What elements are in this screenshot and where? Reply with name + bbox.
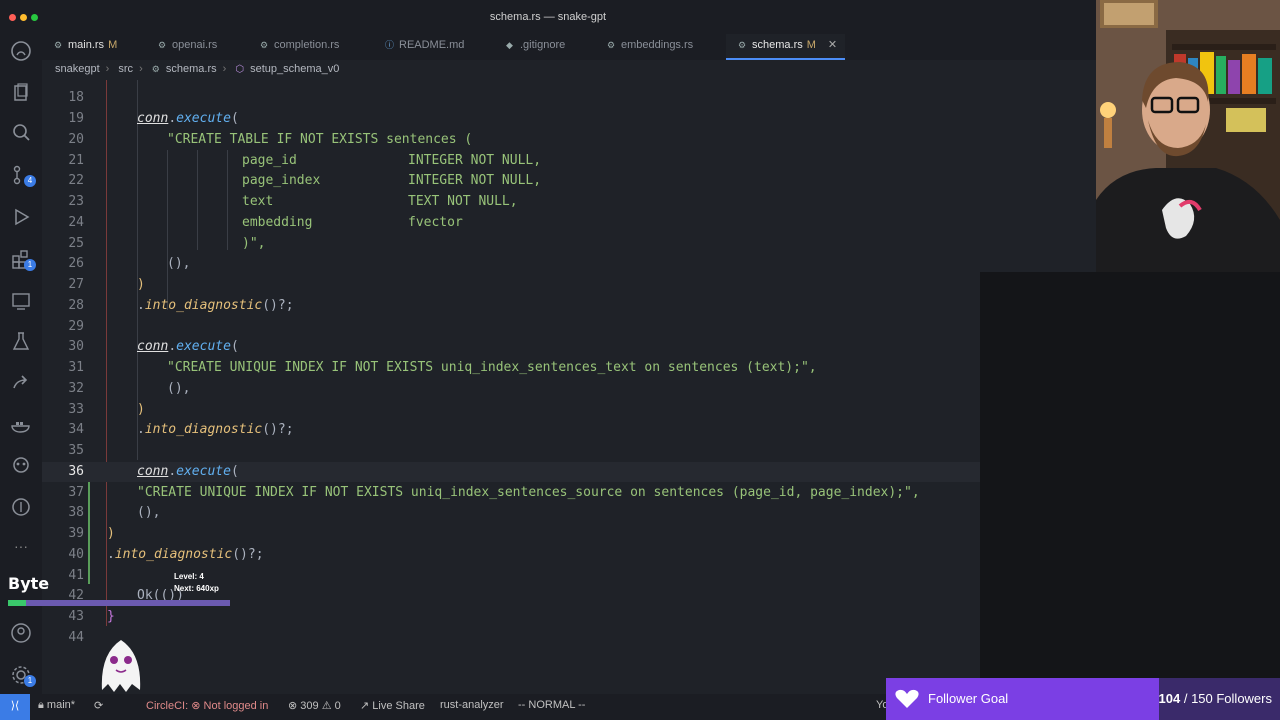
pet-level: Level: 4	[174, 572, 204, 581]
source-control-badge: 4	[24, 175, 36, 187]
circleci-status[interactable]: CircleCI: ⊗ Not logged in	[146, 699, 268, 712]
window-title: schema.rs — snake-gpt	[489, 11, 607, 23]
stream-overlay-panel	[980, 272, 1280, 678]
explorer-icon[interactable]	[10, 82, 32, 104]
follower-goal-count: 104 / 150 Followers	[1158, 691, 1272, 706]
code-line: 27)	[68, 277, 145, 292]
extensions-icon[interactable]: 1	[10, 248, 36, 271]
more-icon[interactable]: ···	[10, 538, 32, 560]
code-line: 22 page_index INTEGER NOT NULL,	[68, 173, 542, 188]
code-line: 40 .into_diagnostic()?;	[68, 547, 264, 562]
code-line: 38 (),	[68, 505, 161, 520]
code-line: 23 text TEXT NOT NULL,	[68, 194, 518, 209]
editor-tabs: ⚙ main.rs M ⚙ openai.rs ⚙ completion.rs ⓘ REA…	[42, 34, 1096, 60]
testing-icon[interactable]	[10, 330, 32, 352]
tab-openai-rs[interactable]: ⚙ openai.rs	[146, 34, 250, 60]
tab-schema-rs[interactable]: ⚙ schema.rs M ✕	[726, 34, 845, 60]
rust-analyzer-status[interactable]: rust-analyzer	[440, 699, 504, 711]
breadcrumb-item[interactable]: src	[118, 63, 133, 75]
tab-completion-rs[interactable]: ⚙ completion.rs	[248, 34, 372, 60]
remote-explorer-icon[interactable]	[10, 290, 32, 312]
settings-badge: 1	[24, 675, 36, 687]
rust-file-icon: ⚙	[54, 40, 63, 50]
chevron-right-icon: ›	[222, 63, 227, 75]
code-line: 39)	[68, 526, 115, 541]
code-line: 25)",	[68, 236, 266, 251]
code-line: 32 (),	[68, 381, 191, 396]
pet-next-xp: Next: 640xp	[174, 584, 219, 593]
warning-icon: ⚠	[321, 700, 332, 712]
code-line: 35	[68, 443, 84, 458]
tab-gitignore[interactable]: ◆ .gitignore	[494, 34, 598, 60]
breadcrumb-item[interactable]: schema.rs	[166, 63, 217, 75]
search-icon[interactable]	[10, 122, 32, 144]
tab-main-rs[interactable]: ⚙ main.rs M	[42, 34, 144, 60]
code-line: 44	[68, 630, 84, 645]
error-icon: ⊗	[191, 700, 201, 712]
code-line: 31 "CREATE UNIQUE INDEX IF NOT EXISTS uni…	[68, 360, 817, 375]
live-share-icon[interactable]	[10, 372, 32, 394]
xp-progress-bar	[8, 600, 230, 606]
follower-goal-widget: Follower Goal 104 / 150 Followers	[886, 678, 1280, 720]
xp-progress-fill	[8, 600, 26, 606]
follower-goal-label: Follower Goal	[928, 691, 1009, 706]
code-line: 29	[68, 319, 84, 334]
webcam-feed	[1096, 0, 1280, 272]
code-line: 30 conn.execute(	[68, 339, 239, 354]
current-code-line: 36 conn.execute(	[42, 462, 1096, 482]
settings-gear-icon[interactable]: 1	[10, 664, 36, 687]
code-line: 43}	[68, 609, 115, 624]
rust-file-icon: ⚙	[738, 40, 747, 50]
vim-mode: -- NORMAL --	[518, 699, 586, 711]
streamer-webcam-image	[1096, 0, 1280, 272]
tab-readme-md[interactable]: ⓘ README.md	[373, 34, 493, 60]
error-icon: ⊗	[288, 700, 298, 712]
function-icon: ⬡	[235, 64, 245, 75]
extensions-badge: 1	[24, 259, 36, 271]
info-icon: ⓘ	[385, 40, 395, 50]
chevron-right-icon: ›	[105, 63, 110, 75]
code-line: 21 page_id INTEGER NOT NULL,	[68, 153, 542, 168]
code-line: 33)	[68, 402, 145, 417]
rust-file-icon: ⚙	[260, 40, 269, 50]
live-share-icon: ↗	[360, 700, 370, 712]
editor-window: 4 1 ··· 1 ⚙ main.rs M ⚙ openai.rs ⚙ comp…	[0, 0, 1096, 720]
github-icon[interactable]	[10, 40, 32, 62]
rust-file-icon: ⚙	[151, 64, 160, 74]
breadcrumb-item[interactable]: setup_schema_v0	[250, 63, 339, 75]
code-line: 20 "CREATE TABLE IF NOT EXISTS sentences …	[68, 132, 473, 147]
chevron-right-icon: ›	[139, 63, 143, 75]
close-tab-icon[interactable]: ✕	[828, 39, 837, 51]
code-line: 37 "CREATE UNIQUE INDEX IF NOT EXISTS uni…	[68, 485, 920, 500]
ghost-pet-icon	[101, 640, 141, 692]
rust-file-icon: ⚙	[607, 40, 616, 50]
breadcrumb-item[interactable]: snakegpt	[55, 63, 100, 75]
code-line: 24 embedding fvector	[68, 215, 463, 230]
docker-icon[interactable]	[10, 414, 32, 436]
rust-file-icon: ⚙	[158, 40, 167, 50]
breadcrumb: snakegpt › src › ⚙ schema.rs › ⬡ setup_schema…	[55, 63, 345, 75]
gitlens-icon[interactable]	[10, 496, 32, 518]
code-line: 28 .into_diagnostic()?;	[68, 298, 294, 313]
code-line: 18	[68, 90, 84, 105]
follower-goal-progress-fill	[886, 678, 1160, 720]
copilot-icon[interactable]	[10, 454, 32, 476]
hearts-icon	[895, 689, 919, 708]
sync-icon[interactable]: ⟳	[94, 699, 103, 712]
code-line: 34 .into_diagnostic()?;	[68, 422, 294, 437]
git-file-icon: ◆	[506, 40, 513, 50]
live-share-status[interactable]: ↗ Live Share	[360, 699, 425, 712]
branch-indicator[interactable]: 🔒︎ main*	[38, 699, 75, 712]
source-control-icon[interactable]: 4	[10, 164, 36, 187]
tab-embeddings-rs[interactable]: ⚙ embeddings.rs	[595, 34, 725, 60]
problems-indicator[interactable]: ⊗ 309 ⚠ 0	[288, 699, 341, 712]
code-line: 19 conn.execute(	[68, 111, 239, 126]
pet-name: Byte	[8, 574, 50, 593]
lock-icon: 🔒︎	[38, 699, 44, 711]
run-debug-icon[interactable]	[10, 206, 32, 228]
activity-bar: 4 1 ··· 1	[0, 34, 42, 694]
remote-indicator-icon[interactable]: ⟩⟨	[0, 694, 30, 720]
accounts-icon[interactable]	[10, 622, 32, 644]
code-line: 26 (),	[68, 256, 191, 271]
